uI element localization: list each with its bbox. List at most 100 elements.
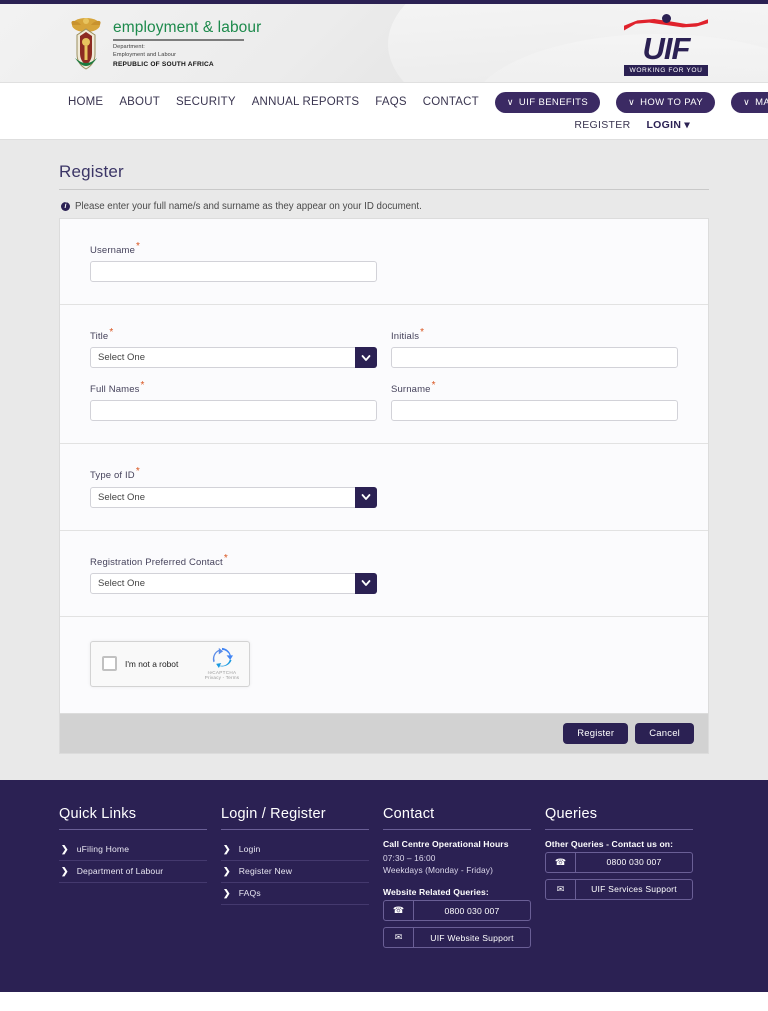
cancel-button[interactable]: Cancel xyxy=(635,722,694,744)
nav-primary: HOME ABOUT SECURITY ANNUAL REPORTS FAQS … xyxy=(0,83,768,113)
type-of-id-select[interactable] xyxy=(90,486,377,508)
queries-email-button[interactable]: ✉ UIF Services Support xyxy=(545,878,693,900)
brand-country: REPUBLIC OF SOUTH AFRICA xyxy=(113,61,214,69)
footer-link-label: Login xyxy=(238,844,261,855)
nav-item-faqs[interactable]: FAQS xyxy=(375,96,406,108)
uif-swoosh-icon xyxy=(624,14,708,34)
info-message: i Please enter your full name/s and surn… xyxy=(61,201,709,212)
brand-logo[interactable]: employment & labour Department: Employme… xyxy=(68,16,261,72)
footer-link-login[interactable]: ❯ Login xyxy=(221,839,369,861)
brand-title: employment & labour xyxy=(113,19,262,36)
recaptcha-widget[interactable]: I'm not a robot reCAPTCHA Privacy - Term… xyxy=(90,640,250,687)
info-icon: i xyxy=(61,202,70,211)
required-marker: * xyxy=(223,552,228,564)
footer-link-department-of-labour[interactable]: ❯ Department of Labour xyxy=(59,861,207,883)
call-centre-hours-time: 07:30 – 16:00 xyxy=(383,852,436,863)
brand-divider xyxy=(113,39,244,41)
footer-link-ufiling-home[interactable]: ❯ uFiling Home xyxy=(59,839,207,861)
type-of-id-select-chevron-down-icon[interactable] xyxy=(355,486,377,508)
form-section-username: Username* xyxy=(60,219,708,306)
footer-link-faqs[interactable]: ❯ FAQs xyxy=(221,883,369,905)
contact-phone-number: 0800 030 007 xyxy=(444,905,500,916)
footer-column-contact: Contact Call Centre Operational Hours 07… xyxy=(383,806,545,954)
call-centre-hours-title: Call Centre Operational Hours xyxy=(383,838,509,849)
chevron-right-icon: ❯ xyxy=(223,843,231,854)
nav-item-about[interactable]: ABOUT xyxy=(119,96,160,108)
nav-dropdown-label: MANUALS xyxy=(755,96,768,108)
contact-phone-button[interactable]: ☎ 0800 030 007 xyxy=(383,900,531,921)
recaptcha-checkbox[interactable] xyxy=(102,656,117,672)
queries-email-label: UIF Services Support xyxy=(591,884,677,895)
page-title: Register xyxy=(59,162,709,190)
footer-heading-queries: Queries xyxy=(545,806,693,830)
nav-item-annual-reports[interactable]: ANNUAL REPORTS xyxy=(252,96,360,108)
queries-phone-number: 0800 030 007 xyxy=(606,857,662,868)
recaptcha-label: I'm not a robot xyxy=(125,658,179,669)
call-centre-hours-days: Weekdays (Monday - Friday) xyxy=(383,865,493,876)
phone-icon: ☎ xyxy=(546,852,576,872)
recaptcha-terms[interactable]: Privacy - Terms xyxy=(204,675,240,680)
footer-link-label: FAQs xyxy=(238,888,261,899)
queries-phone-button[interactable]: ☎ 0800 030 007 xyxy=(545,851,693,873)
chevron-down-icon: ∨ xyxy=(743,96,751,107)
surname-input[interactable] xyxy=(391,400,678,422)
username-input[interactable] xyxy=(90,261,377,283)
footer-link-label: Register New xyxy=(238,866,293,877)
chevron-down-icon: ∨ xyxy=(506,96,514,107)
preferred-contact-label: Registration Preferred Contact* xyxy=(90,552,228,568)
contact-email-label: UIF Website Support xyxy=(430,932,514,943)
footer-heading-contact: Contact xyxy=(383,806,531,830)
contact-email-button[interactable]: ✉ UIF Website Support xyxy=(383,927,531,948)
footer-column-login-register: Login / Register ❯ Login ❯ Register New … xyxy=(221,806,383,954)
required-marker: * xyxy=(135,466,140,478)
uif-wordmark: UIF xyxy=(642,31,691,66)
main-content: Register i Please enter your full name/s… xyxy=(0,140,768,780)
title-label: Title* xyxy=(90,327,114,343)
nav-secondary: REGISTER LOGIN ▾ xyxy=(0,111,768,131)
main-navigation: HOME ABOUT SECURITY ANNUAL REPORTS FAQS … xyxy=(0,83,768,140)
preferred-contact-select[interactable] xyxy=(90,572,377,594)
nav-dropdown-uif-benefits[interactable]: ∨ UIF BENEFITS xyxy=(494,91,601,113)
register-button[interactable]: Register xyxy=(563,722,629,744)
nav-item-security[interactable]: SECURITY xyxy=(176,96,236,108)
nav-dropdown-manuals[interactable]: ∨ MANUALS xyxy=(731,91,768,113)
caret-down-icon: ▾ xyxy=(684,119,690,131)
chevron-right-icon: ❯ xyxy=(61,865,69,876)
chevron-right-icon: ❯ xyxy=(61,843,69,854)
required-marker: * xyxy=(431,380,436,392)
nav-dropdown-label: UIF BENEFITS xyxy=(518,96,589,108)
preferred-contact-select-chevron-down-icon[interactable] xyxy=(355,572,377,594)
sa-coat-of-arms-icon xyxy=(68,16,104,72)
nav-item-contact[interactable]: CONTACT xyxy=(423,96,479,108)
required-marker: * xyxy=(136,241,141,252)
footer-heading-quick-links: Quick Links xyxy=(59,806,207,830)
register-form-card: Username* Title* Select One Full Names* … xyxy=(59,218,709,714)
page-root: employment & labour Department: Employme… xyxy=(0,0,768,1011)
type-of-id-label: Type of ID* xyxy=(90,466,140,482)
required-marker: * xyxy=(140,380,145,392)
footer-link-label: uFiling Home xyxy=(76,844,130,855)
brand-dept-line2: Employment and Labour xyxy=(113,52,177,59)
nav-register-link[interactable]: REGISTER xyxy=(574,119,630,131)
nav-item-home[interactable]: HOME xyxy=(68,96,103,108)
chevron-down-icon: ∨ xyxy=(628,96,636,107)
nav-login-menu[interactable]: LOGIN ▾ xyxy=(646,119,690,131)
form-actions-bar: Register Cancel xyxy=(59,713,709,754)
phone-icon: ☎ xyxy=(384,901,414,920)
initials-input[interactable] xyxy=(391,347,678,369)
website-queries-title: Website Related Queries: xyxy=(383,887,489,897)
footer-link-register-new[interactable]: ❯ Register New xyxy=(221,861,369,883)
other-queries-title: Other Queries - Contact us on: xyxy=(545,838,674,849)
required-marker: * xyxy=(420,327,425,339)
title-select[interactable] xyxy=(90,347,377,369)
footer-column-queries: Queries Other Queries - Contact us on: ☎… xyxy=(545,806,707,954)
title-select-chevron-down-icon[interactable] xyxy=(355,347,377,369)
chevron-right-icon: ❯ xyxy=(223,887,231,898)
nav-dropdown-how-to-pay[interactable]: ∨ HOW TO PAY xyxy=(616,91,716,113)
footer-heading-login-register: Login / Register xyxy=(221,806,369,830)
uif-logo[interactable]: UIF WORKING FOR YOU xyxy=(624,14,708,76)
form-section-names: Title* Select One Full Names* Initials* … xyxy=(60,305,708,445)
nav-dropdown-label: HOW TO PAY xyxy=(640,96,704,108)
form-section-recaptcha: I'm not a robot reCAPTCHA Privacy - Term… xyxy=(60,617,708,713)
full-names-input[interactable] xyxy=(90,400,377,422)
